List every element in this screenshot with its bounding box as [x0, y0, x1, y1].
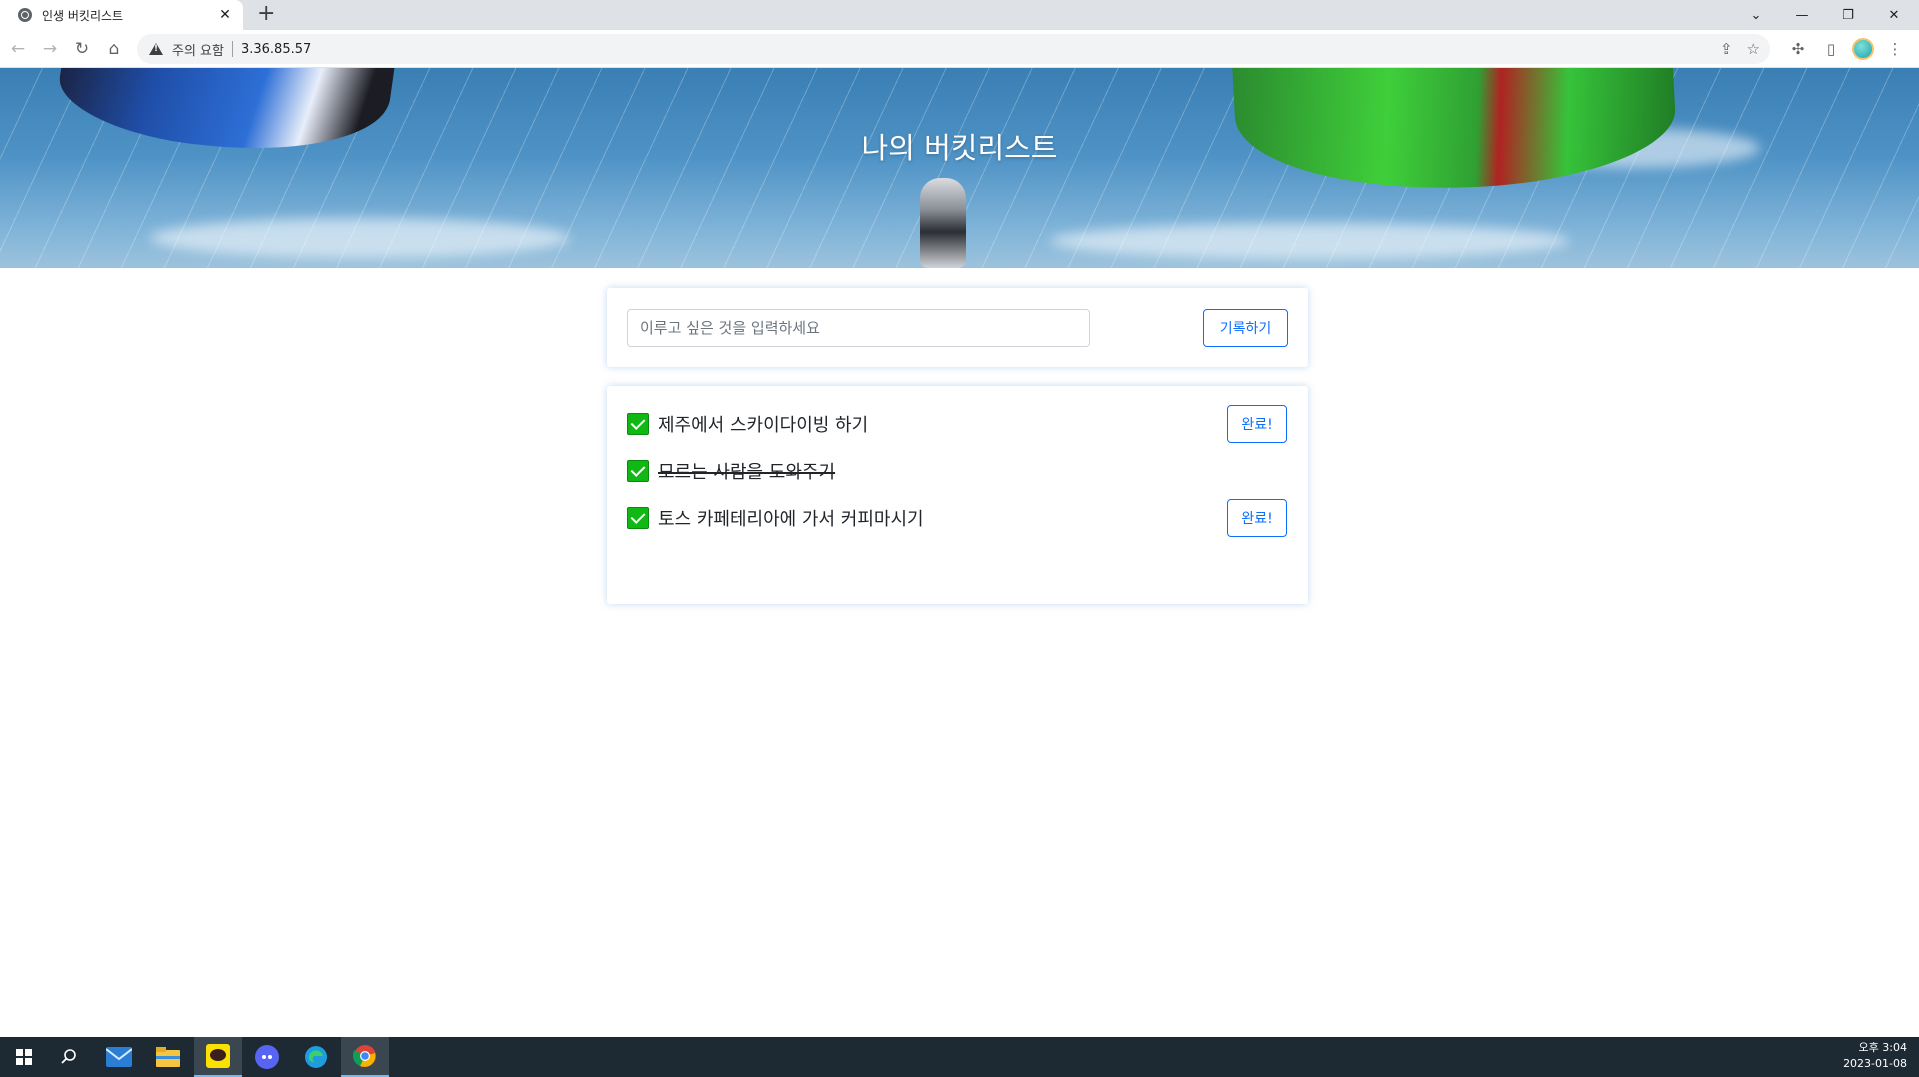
- side-panel-icon[interactable]: ▯: [1818, 36, 1844, 62]
- save-button[interactable]: 기록하기: [1203, 309, 1288, 347]
- restore-button[interactable]: ❐: [1825, 0, 1871, 30]
- warning-icon[interactable]: [149, 43, 163, 55]
- windows-start-icon[interactable]: [0, 1037, 48, 1077]
- discord-icon[interactable]: [243, 1037, 291, 1077]
- mail-icon[interactable]: [95, 1037, 143, 1077]
- omnibox-actions: ⇪ ☆: [1720, 34, 1760, 64]
- checkbox-icon: [627, 413, 649, 435]
- skydiver-image: [920, 178, 966, 268]
- minimize-button[interactable]: —: [1779, 0, 1825, 30]
- complete-button[interactable]: 완료!: [1227, 499, 1287, 537]
- list-item: 토스 카페테리아에 가서 커피마시기 완료!: [627, 499, 1287, 537]
- avatar: [1852, 38, 1874, 60]
- close-window-button[interactable]: ✕: [1871, 0, 1917, 30]
- complete-button[interactable]: 완료!: [1227, 405, 1287, 443]
- checkbox-icon: [627, 460, 649, 482]
- profile-avatar[interactable]: [1850, 36, 1876, 62]
- edge-icon[interactable]: [292, 1037, 340, 1077]
- list-item-done: 모르는 사람을 도와주기: [627, 452, 1287, 490]
- list-item: 제주에서 스카이다이빙 하기 완료!: [627, 405, 1287, 443]
- page-title: 나의 버킷리스트: [861, 131, 1058, 165]
- browser-tab-strip: 인생 버킷리스트 ✕ + ⌄ — ❐ ✕: [0, 0, 1919, 30]
- file-explorer-icon[interactable]: [144, 1037, 192, 1077]
- clock-time: 오후 3:04: [1858, 1041, 1907, 1054]
- windows-taskbar: 오후 3:04 2023-01-08: [0, 1037, 1919, 1077]
- browser-tab[interactable]: 인생 버킷리스트 ✕: [0, 0, 243, 30]
- globe-icon: [18, 8, 32, 22]
- extensions-puzzle-icon[interactable]: ✣: [1785, 36, 1811, 62]
- home-icon[interactable]: ⌂: [101, 36, 127, 62]
- taskbar-clock[interactable]: 오후 3:04 2023-01-08: [1843, 1040, 1907, 1072]
- hero-banner: 나의 버킷리스트: [0, 68, 1919, 268]
- address-bar[interactable]: 주의 요함 3.36.85.57 ⇪ ☆: [137, 34, 1770, 64]
- input-card: 기록하기: [607, 288, 1308, 367]
- browser-toolbar: ← → ↻ ⌂ 주의 요함 3.36.85.57 ⇪ ☆ ✣ ▯ ⋮: [0, 30, 1919, 68]
- clock-date: 2023-01-08: [1843, 1057, 1907, 1070]
- item-text: 제주에서 스카이다이빙 하기: [658, 415, 869, 436]
- item-text: 모르는 사람을 도와주기: [658, 462, 836, 483]
- close-tab-icon[interactable]: ✕: [217, 7, 233, 23]
- tab-search-icon[interactable]: ⌄: [1733, 0, 1779, 30]
- bucket-list-card: 제주에서 스카이다이빙 하기 완료! 모르는 사람을 도와주기 토스 카페테리아…: [607, 386, 1308, 604]
- reload-icon[interactable]: ↻: [69, 36, 95, 62]
- share-icon[interactable]: ⇪: [1720, 40, 1733, 58]
- kakaotalk-icon[interactable]: [194, 1037, 242, 1077]
- kebab-menu-icon[interactable]: ⋮: [1882, 36, 1908, 62]
- bookmark-star-icon[interactable]: ☆: [1747, 40, 1760, 58]
- new-tab-button[interactable]: +: [257, 2, 275, 26]
- chrome-icon[interactable]: [341, 1037, 389, 1077]
- forward-arrow-icon[interactable]: →: [37, 36, 63, 62]
- page-viewport: 나의 버킷리스트 기록하기 제주에서 스카이다이빙 하기 완료! 모르는 사람을…: [0, 68, 1919, 1037]
- back-arrow-icon[interactable]: ←: [5, 36, 31, 62]
- bucket-input[interactable]: [627, 309, 1090, 347]
- omnibox-separator: [231, 41, 233, 57]
- url-text[interactable]: 3.36.85.57: [241, 42, 311, 57]
- checkbox-icon: [627, 507, 649, 529]
- security-label[interactable]: 주의 요함: [172, 40, 224, 59]
- search-icon[interactable]: [45, 1037, 93, 1077]
- tab-title: 인생 버킷리스트: [42, 8, 124, 23]
- item-text: 토스 카페테리아에 가서 커피마시기: [658, 509, 924, 530]
